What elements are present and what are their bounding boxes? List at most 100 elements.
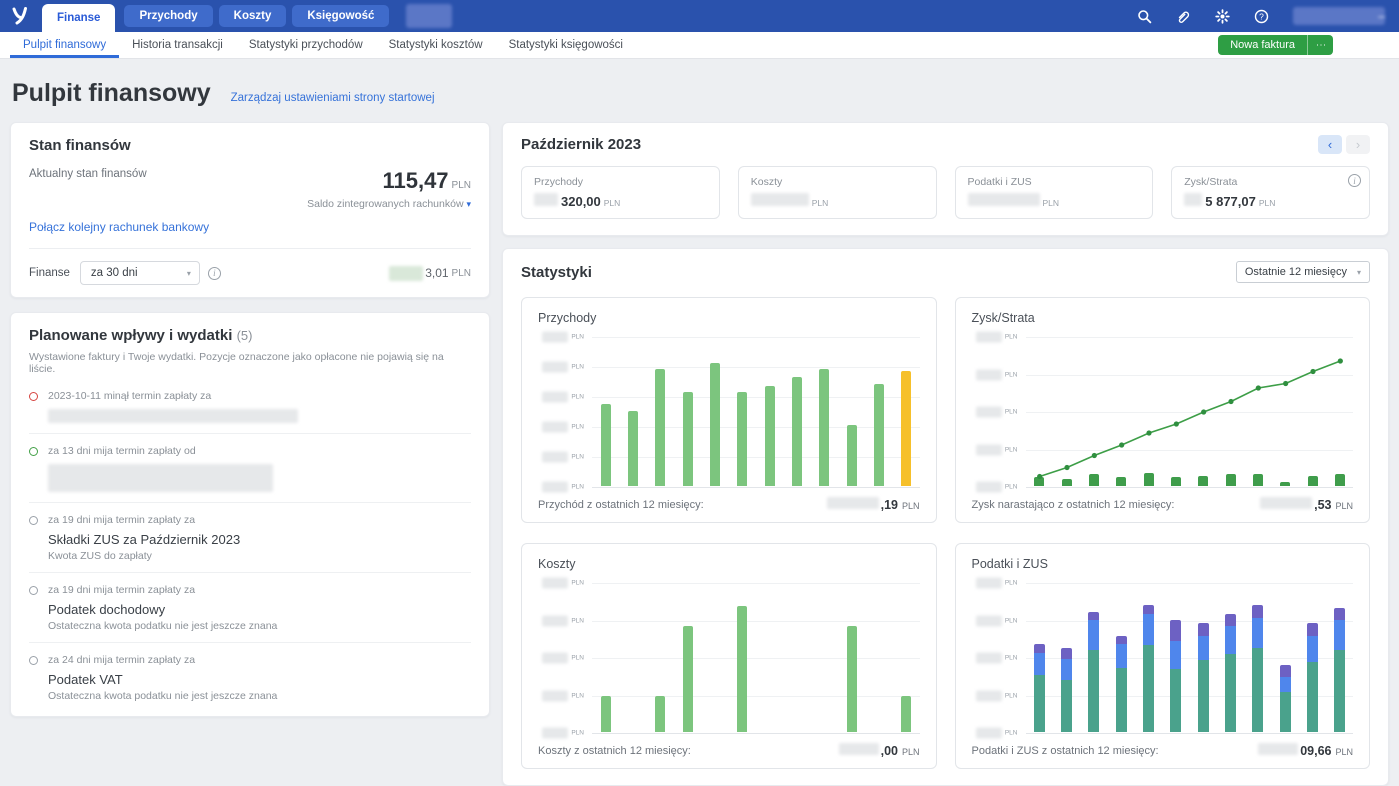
- line-marker-10: [1282, 380, 1288, 387]
- currency-unit: PLN: [603, 198, 621, 208]
- chevron-down-icon: ▾: [186, 268, 191, 278]
- gridline: [592, 367, 920, 368]
- kpi-podatki-zus: Podatki i ZUS PLN: [954, 166, 1154, 219]
- chart-koszty: Koszty PLN PLN PLN PLN PLN Koszty z ostatnic…: [521, 543, 937, 769]
- planned-item[interactable]: za 19 dni mija termin zapłaty za Podatek …: [29, 573, 471, 643]
- stacked-bar-10: [1279, 664, 1291, 732]
- stacked-bar-1: [1033, 643, 1045, 732]
- chart-y-axis: PLN PLN PLN PLN PLN PLN: [538, 331, 592, 493]
- chart-plot-area: [592, 583, 920, 734]
- subnav-historia-transakcji[interactable]: Historia transakcji: [119, 32, 236, 58]
- bar-3: [655, 696, 666, 732]
- new-invoice-menu-icon[interactable]: ⋮: [1308, 40, 1333, 51]
- gridline: [1025, 733, 1353, 734]
- y-axis-unit: PLN: [1004, 579, 1018, 587]
- subnav-pulpit-finansowy[interactable]: Pulpit finansowy: [10, 32, 119, 58]
- chart-przychody-plot: PLN PLN PLN PLN PLN PLN: [538, 331, 920, 493]
- planned-item-due: za 24 dni mija termin zapłaty za: [48, 654, 196, 666]
- chart-footer-value: ,19: [880, 498, 898, 512]
- segment-purple: [1115, 636, 1127, 644]
- tab-finanse[interactable]: Finanse: [42, 4, 116, 32]
- tab-koszty[interactable]: Koszty: [218, 5, 287, 27]
- app-logo[interactable]: [0, 0, 40, 32]
- y-axis-unit: PLN: [571, 483, 584, 491]
- segment-teal: [1088, 649, 1100, 732]
- redacted-y-label: [542, 690, 569, 701]
- stacked-bar-9: [1252, 604, 1264, 732]
- subnav-statystyki-przychodow[interactable]: Statystyki przychodów: [236, 32, 376, 58]
- segment-purple: [1033, 643, 1045, 653]
- stacked-bar-11: [1307, 622, 1318, 732]
- segment-teal: [1334, 649, 1346, 732]
- segment-blue: [1143, 613, 1154, 645]
- y-axis-tick: PLN: [975, 481, 1018, 493]
- search-icon[interactable]: [1137, 9, 1152, 24]
- tab-przychody[interactable]: Przychody: [124, 5, 213, 27]
- info-icon[interactable]: i: [1348, 174, 1361, 187]
- finance-state-card: Stan finansów Aktualny stan finansów 115…: [10, 122, 490, 298]
- chart-y-axis: PLN PLN PLN PLN PLN: [972, 577, 1026, 739]
- tab-ksiegowosc[interactable]: Księgowość: [292, 5, 390, 27]
- gear-icon[interactable]: [1215, 8, 1230, 24]
- month-title: Październik 2023: [521, 136, 642, 153]
- status-dot-icon: [29, 447, 38, 456]
- segment-purple: [1170, 619, 1182, 641]
- chart-podatki-zus-plot: PLN PLN PLN PLN PLN: [972, 577, 1353, 739]
- startpage-settings-link[interactable]: Zarządzaj ustawieniami strony startowej: [231, 92, 435, 104]
- currency-unit: PLN: [451, 180, 471, 191]
- stacked-bar-6: [1170, 619, 1182, 732]
- subnav-statystyki-ksiegowosci[interactable]: Statystyki księgowości: [496, 32, 636, 58]
- chart-title: Zysk/Strata: [971, 311, 1035, 325]
- page-header: Pulpit finansowy Zarządzaj ustawieniami …: [0, 59, 1399, 122]
- kpi-przychody: Przychody 320,00 PLN: [521, 166, 720, 219]
- subnav-statystyki-kosztow[interactable]: Statystyki kosztów: [376, 32, 496, 58]
- kpi-label: Przychody: [534, 176, 584, 188]
- planned-item-body: za 19 dni mija termin zapłaty za Składki …: [48, 514, 471, 562]
- y-axis-tick: PLN: [975, 406, 1018, 418]
- redacted-y-label: [542, 577, 569, 589]
- planned-item[interactable]: za 13 dni mija termin zapłaty od: [29, 434, 471, 503]
- integrated-accounts-toggle[interactable]: Saldo zintegrowanych rachunków ▾: [307, 198, 471, 210]
- range-select[interactable]: Ostatnie 12 miesięcy ▾: [1235, 261, 1370, 283]
- planned-item-body: 2023-10-11 minął termin zapłaty za: [48, 390, 471, 423]
- new-invoice-button[interactable]: Nowa faktura ⋮: [1218, 35, 1333, 55]
- planned-item[interactable]: 2023-10-11 minął termin zapłaty za: [29, 379, 471, 434]
- currency-unit: PLN: [901, 747, 920, 757]
- y-axis-unit: PLN: [1004, 729, 1018, 737]
- month-kpi-row: Przychody 320,00 PLN Koszty PLN Podatki i…: [521, 166, 1370, 219]
- chart-footer-value: 09,66: [1300, 744, 1332, 758]
- integrated-accounts-label: Saldo zintegrowanych rachunków: [307, 198, 464, 210]
- info-icon[interactable]: i: [207, 266, 221, 280]
- planned-item-title: Podatek dochodowy: [48, 602, 166, 617]
- redacted-y-label: [542, 421, 569, 433]
- connect-bank-link[interactable]: Połącz kolejny rachunek bankowy: [29, 220, 209, 234]
- user-account-chip[interactable]: –: [1293, 7, 1385, 25]
- bar-12: [901, 696, 912, 732]
- planned-item[interactable]: za 24 dni mija termin zapłaty za Podatek …: [29, 643, 471, 712]
- planned-item[interactable]: za 19 dni mija termin zapłaty za Składki …: [29, 503, 471, 573]
- redacted-y-label: [542, 615, 569, 626]
- y-axis-unit: PLN: [571, 579, 584, 587]
- period-select[interactable]: za 30 dni ▾: [79, 261, 200, 285]
- currency-unit: PLN: [1042, 198, 1060, 208]
- redacted-amount-prefix: [838, 743, 879, 755]
- help-icon[interactable]: ?: [1254, 9, 1269, 24]
- paperclip-icon[interactable]: [1176, 9, 1191, 24]
- planned-item-due: za 13 dni mija termin zapłaty od: [48, 445, 196, 457]
- bar-11: [874, 384, 884, 486]
- bar-5: [710, 363, 720, 486]
- y-axis-unit: PLN: [571, 333, 584, 341]
- next-month-button[interactable]: ›: [1346, 135, 1370, 154]
- chart-plot-area: [1025, 583, 1353, 734]
- planned-item-subtitle: Ostateczna kwota podatku nie jest jeszcz…: [48, 620, 278, 632]
- redacted-y-label: [975, 481, 1002, 493]
- bar-7: [764, 385, 775, 486]
- planned-list: 2023-10-11 minął termin zapłaty za za 13 …: [29, 379, 471, 712]
- segment-teal: [1143, 645, 1154, 732]
- chart-plot-area: [1025, 337, 1353, 488]
- status-dot-icon: [29, 392, 38, 401]
- segment-blue: [1115, 643, 1127, 668]
- left-column: Stan finansów Aktualny stan finansów 115…: [10, 122, 490, 717]
- y-axis-unit: PLN: [571, 654, 584, 662]
- previous-month-button[interactable]: ‹: [1318, 135, 1342, 154]
